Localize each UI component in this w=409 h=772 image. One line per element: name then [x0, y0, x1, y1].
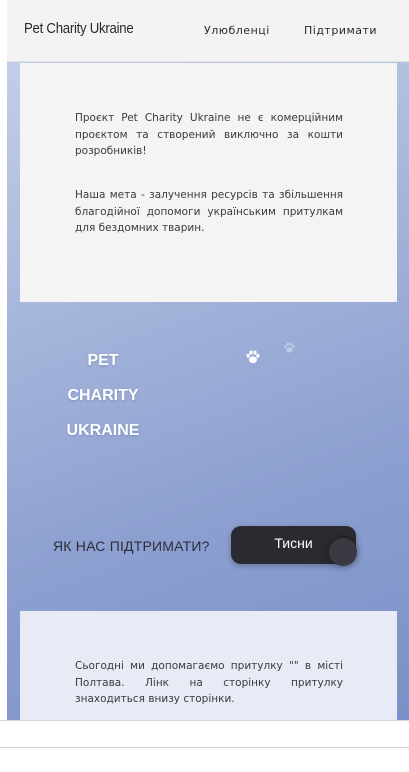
- site-logo[interactable]: Pet Charity Ukraine: [24, 20, 134, 37]
- about-paragraph-1: Проєкт Pet Charity Ukraine не є комерцій…: [75, 112, 343, 157]
- shelter-card: Сьогодні ми допомагаємо притулку "" в мі…: [20, 611, 397, 720]
- browser-bottom-bar: [0, 720, 409, 772]
- paw-faded-icon: [284, 342, 295, 353]
- support-heading: ЯК НАС ПІДТРИМАТИ?: [53, 538, 210, 554]
- about-paragraph-2: Наша мета - залучення ресурсів та збільш…: [75, 189, 343, 234]
- about-card: Проєкт Pet Charity Ukraine не є комерцій…: [20, 63, 397, 302]
- page-viewport: Pet Charity Ukraine Улюбленці Підтримати…: [7, 0, 409, 720]
- nav-favorites-link[interactable]: Улюбленці: [204, 24, 270, 37]
- paw-icon: [246, 350, 260, 364]
- shelter-paragraph: Сьогодні ми допомагаємо притулку "" в мі…: [75, 660, 343, 705]
- hero-line-charity: CHARITY: [67, 387, 139, 404]
- hero-line-ukraine: UKRAINE: [66, 422, 140, 439]
- button-hover-dot: [329, 538, 357, 566]
- hero-brand: PET CHARITY UKRAINE: [53, 343, 153, 448]
- nav-support-link[interactable]: Підтримати: [304, 24, 377, 37]
- site-header: Pet Charity Ukraine Улюбленці Підтримати: [7, 0, 409, 62]
- bottom-divider: [0, 747, 409, 748]
- hero-line-pet: PET: [87, 352, 119, 369]
